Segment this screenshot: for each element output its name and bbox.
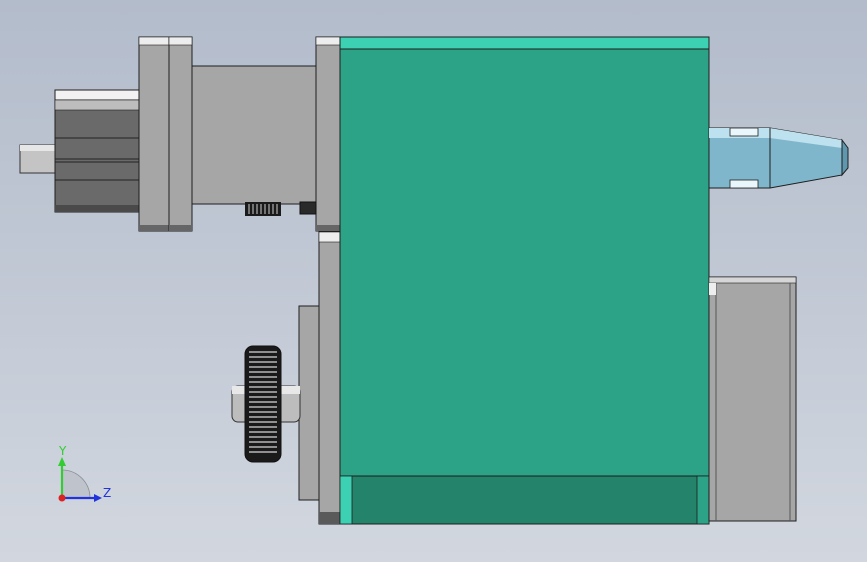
gearbox-neck <box>191 65 317 205</box>
set-screw-block <box>299 201 317 215</box>
gearbox-collar <box>315 36 341 232</box>
pulley-teeth <box>244 345 282 463</box>
small-pulley <box>245 202 281 216</box>
housing-base <box>339 475 710 525</box>
pulley-mount-plate <box>298 305 320 501</box>
orientation-triad[interactable]: Y Z <box>58 444 111 502</box>
timing-pulley[interactable] <box>231 345 301 463</box>
gearbox-flange-left <box>138 36 170 232</box>
motor-top-cap <box>54 89 140 101</box>
gearbox-flange-right <box>168 36 193 232</box>
triad-y-label: Y <box>58 444 67 458</box>
housing-top-lip <box>339 36 710 50</box>
output-nozzle[interactable] <box>708 127 849 189</box>
servo-motor[interactable] <box>19 89 140 213</box>
triad-z-label: Z <box>103 486 111 500</box>
triad-plane-quadrant <box>61 469 91 499</box>
main-housing[interactable] <box>339 36 710 525</box>
lower-support-plate[interactable] <box>298 231 341 525</box>
gearbox[interactable] <box>138 36 341 232</box>
cad-viewport[interactable]: Y Z <box>0 0 867 562</box>
model-canvas[interactable]: Y Z <box>0 0 867 562</box>
triad-x-axis <box>58 494 66 502</box>
side-block[interactable] <box>708 276 797 522</box>
